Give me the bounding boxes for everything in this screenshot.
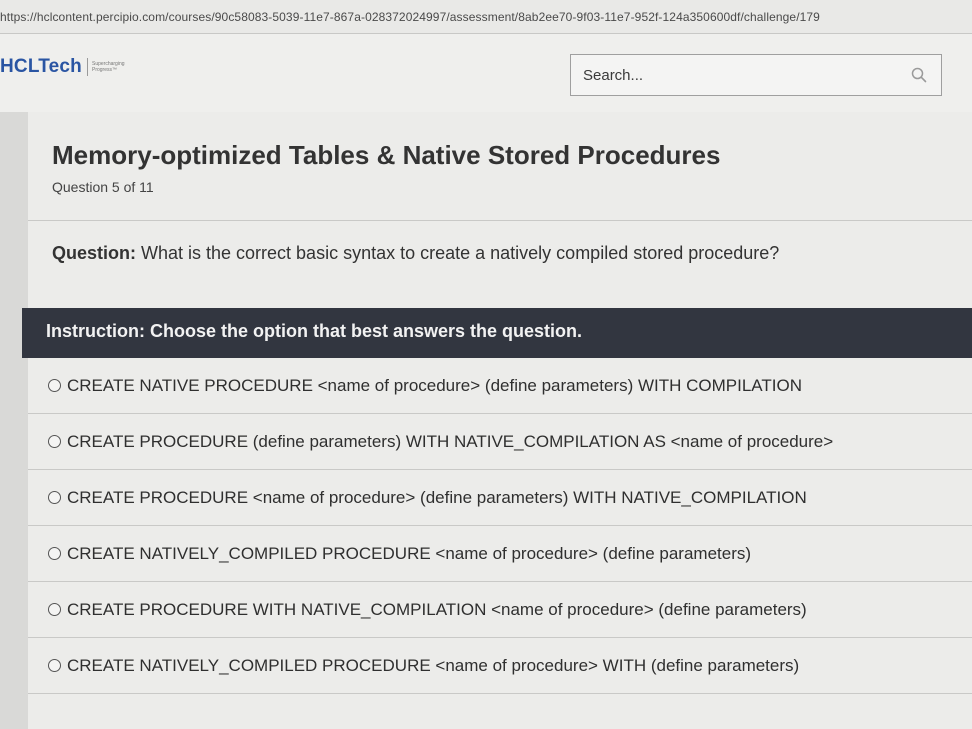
question-label: Question: (52, 243, 136, 263)
search-input[interactable] (583, 55, 883, 95)
logo-separator (86, 58, 88, 76)
question-body: What is the correct basic syntax to crea… (136, 243, 780, 263)
instruction-text: Instruction: Choose the option that best… (46, 321, 583, 341)
radio-button[interactable] (48, 547, 61, 560)
answer-options: CREATE NATIVE PROCEDURE <name of procedu… (28, 358, 972, 694)
option-label: CREATE PROCEDURE WITH NATIVE_COMPILATION… (67, 599, 807, 619)
radio-button[interactable] (48, 603, 61, 616)
radio-button[interactable] (48, 659, 61, 672)
option-label: CREATE NATIVELY_COMPILED PROCEDURE <name… (67, 543, 752, 563)
search-box[interactable] (570, 54, 942, 96)
page-title: Memory-optimized Tables & Native Stored … (52, 140, 721, 170)
radio-button[interactable] (48, 491, 61, 504)
radio-button[interactable] (48, 379, 61, 392)
hcltech-logo[interactable]: HCLTech Supercharging Progress™ (0, 56, 136, 78)
logo-tagline: Supercharging Progress™ (91, 61, 125, 73)
search-icon[interactable] (911, 67, 927, 83)
answer-option-1[interactable]: CREATE NATIVE PROCEDURE <name of procedu… (28, 358, 972, 414)
url-text: https://hclcontent.percipio.com/courses/… (0, 10, 820, 24)
question-counter: Question 5 of 11 (52, 179, 154, 195)
logo-text: HCLTech (0, 56, 82, 77)
site-header: HCLTech Supercharging Progress™ (0, 34, 972, 112)
option-label: CREATE PROCEDURE (define parameters) WIT… (67, 431, 834, 451)
divider (28, 220, 972, 221)
answer-option-4[interactable]: CREATE NATIVELY_COMPILED PROCEDURE <name… (28, 526, 972, 582)
answer-option-5[interactable]: CREATE PROCEDURE WITH NATIVE_COMPILATION… (28, 582, 972, 638)
option-label: CREATE PROCEDURE <name of procedure> (de… (67, 487, 807, 507)
assessment-card: Memory-optimized Tables & Native Stored … (22, 112, 972, 729)
question-text: Question: What is the correct basic synt… (52, 243, 779, 264)
answer-option-6[interactable]: CREATE NATIVELY_COMPILED PROCEDURE <name… (28, 638, 972, 694)
radio-button[interactable] (48, 435, 61, 448)
option-label: CREATE NATIVE PROCEDURE <name of procedu… (67, 375, 802, 395)
answer-option-2[interactable]: CREATE PROCEDURE (define parameters) WIT… (28, 414, 972, 470)
option-label: CREATE NATIVELY_COMPILED PROCEDURE <name… (67, 655, 800, 675)
instruction-bar: Instruction: Choose the option that best… (22, 308, 972, 358)
answer-option-3[interactable]: CREATE PROCEDURE <name of procedure> (de… (28, 470, 972, 526)
address-bar[interactable]: https://hclcontent.percipio.com/courses/… (0, 0, 972, 34)
